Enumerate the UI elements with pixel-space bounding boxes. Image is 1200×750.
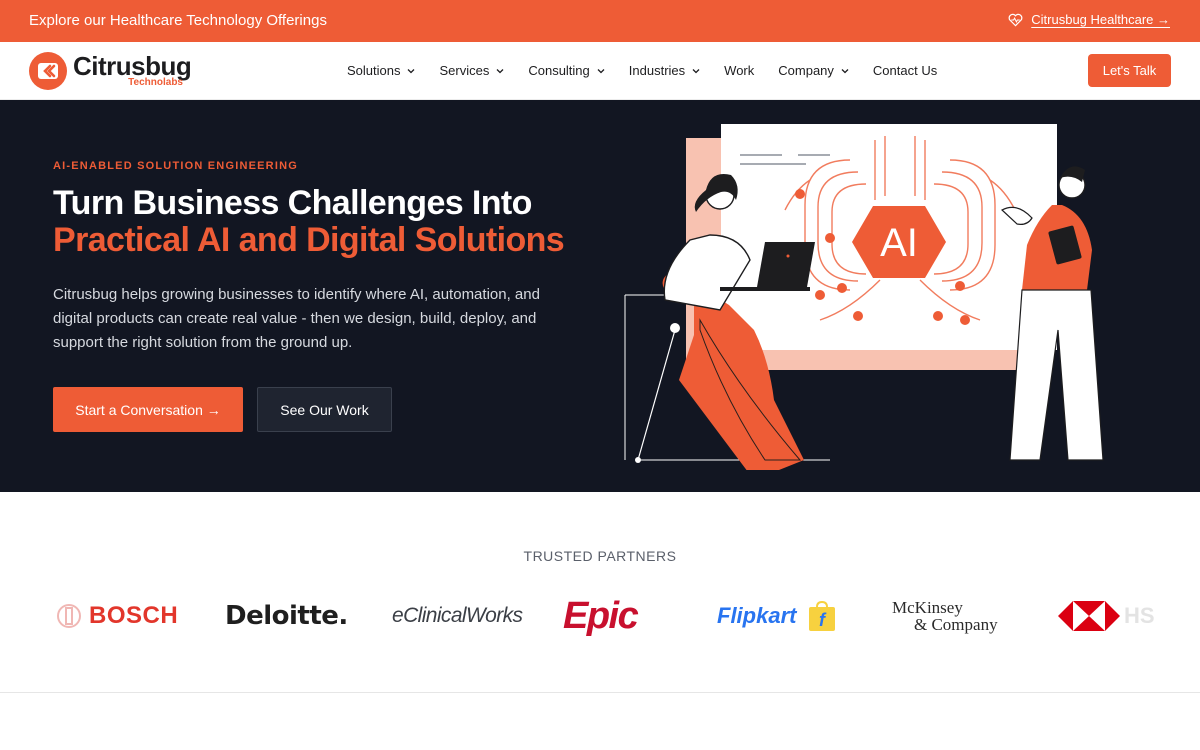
- hero-title-line1: Turn Business Challenges Into: [53, 184, 532, 222]
- mckinsey-line2: & Company: [914, 615, 998, 634]
- partners-title: TRUSTED PARTNERS: [523, 548, 677, 564]
- partner-logo-deloitte: Deloitte.: [225, 588, 348, 644]
- chevron-down-icon: [692, 68, 700, 73]
- hero-eyebrow: AI-ENABLED SOLUTION ENGINEERING: [53, 160, 298, 172]
- hero-lead: Citrusbug helps growing businesses to id…: [53, 286, 540, 351]
- partner-logo-hsbc: HS: [1058, 588, 1155, 644]
- hsbc-wordmark: HS: [1124, 603, 1155, 628]
- chevron-down-icon: [597, 68, 605, 73]
- partner-logo-eclinicalworks: eClinicalWorks: [392, 588, 523, 644]
- eclinicalworks-wordmark: eClinicalWorks: [392, 604, 523, 627]
- nav-item-label: Industries: [628, 63, 686, 78]
- nav-item-company[interactable]: Company: [778, 63, 849, 78]
- section-divider: [0, 692, 1200, 693]
- flipkart-wordmark: Flipkart: [717, 603, 797, 628]
- nav-item-label: Consulting: [528, 63, 590, 78]
- epic-wordmark: Epic: [563, 594, 639, 637]
- promo-text[interactable]: Explore our Healthcare Technology Offeri…: [29, 12, 327, 29]
- flipkart-bag-icon: f: [809, 600, 836, 631]
- nav-item-work[interactable]: Work: [724, 63, 754, 78]
- healthcare-link-group[interactable]: Citrusbug Healthcare →: [1008, 12, 1170, 27]
- chevron-down-icon: [841, 68, 849, 73]
- bosch-wordmark: BOSCH: [89, 602, 179, 629]
- partner-logo-bosch: BOSCH: [55, 588, 178, 644]
- nav-item-consulting[interactable]: Consulting: [528, 63, 605, 78]
- mckinsey-line1: McKinsey: [892, 598, 963, 617]
- chevron-down-icon: [496, 68, 504, 73]
- partner-logo-epic: Epic: [563, 588, 639, 644]
- heart-pulse-icon: [1008, 13, 1023, 26]
- deloitte-wordmark: Deloitte.: [225, 601, 348, 631]
- nav-item-solutions[interactable]: Solutions: [347, 63, 415, 78]
- primary-menu: Solutions Services Consulting Industries…: [347, 63, 961, 78]
- partner-logo-mckinsey: McKinsey & Company: [892, 588, 998, 644]
- logo-mark-icon: [29, 52, 67, 90]
- bosch-mark-icon: [57, 604, 81, 628]
- hero-section: AI-ENABLED SOLUTION ENGINEERING Turn Bus…: [0, 100, 1200, 492]
- brand-sub: Technolabs: [128, 77, 183, 88]
- main-navbar: Citrusbug Technolabs Solutions Services …: [0, 42, 1200, 100]
- start-conversation-button[interactable]: Start a Conversation →: [53, 387, 243, 432]
- ai-badge-text: AI: [880, 221, 918, 265]
- hsbc-hexagon-icon: [1058, 601, 1120, 631]
- partner-logo-strip: BOSCH Deloitte. eClinicalWorks Epic Flip…: [55, 588, 1155, 644]
- nav-item-label: Company: [778, 63, 834, 78]
- see-our-work-button[interactable]: See Our Work: [257, 387, 392, 432]
- brand-logo[interactable]: Citrusbug Technolabs: [29, 51, 192, 91]
- partner-logo-flipkart: Flipkart f: [717, 588, 838, 644]
- chevron-down-icon: [408, 68, 415, 73]
- nav-item-label: Services: [439, 63, 490, 78]
- nav-item-contact[interactable]: Contact Us: [873, 63, 937, 78]
- healthcare-link[interactable]: Citrusbug Healthcare →: [1031, 12, 1170, 27]
- nav-item-industries[interactable]: Industries: [629, 63, 700, 78]
- nav-item-label: Work: [724, 63, 755, 78]
- promo-bar: Explore our Healthcare Technology Offeri…: [0, 0, 1200, 42]
- nav-item-services[interactable]: Services: [439, 63, 504, 78]
- nav-item-label: Contact Us: [872, 63, 938, 78]
- nav-item-label: Solutions: [347, 63, 401, 78]
- lets-talk-button[interactable]: Let's Talk: [1088, 54, 1171, 87]
- hero-title-line2: Practical AI and Digital Solutions: [53, 221, 565, 259]
- ai-illustration: AI: [624, 124, 1104, 470]
